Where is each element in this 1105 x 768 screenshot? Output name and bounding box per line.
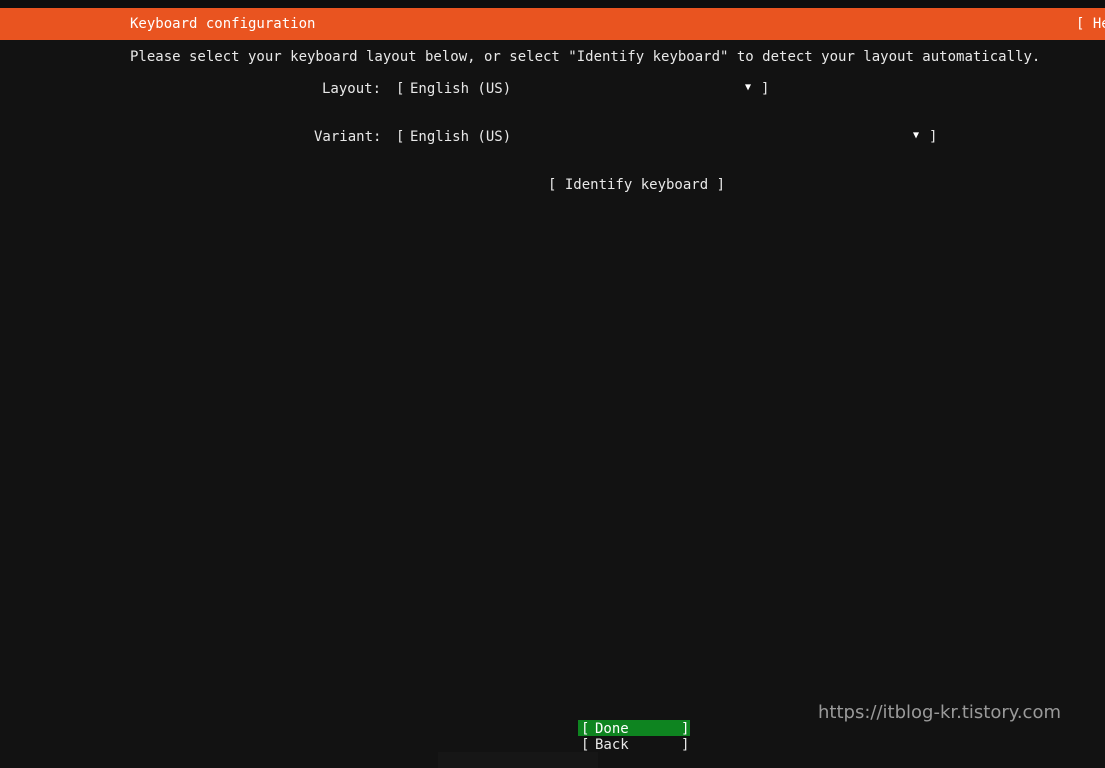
bottom-shadow xyxy=(438,752,598,768)
back-button[interactable]: [ Back ] xyxy=(578,737,690,753)
variant-select-value: English (US) xyxy=(410,129,512,145)
done-button-open-bracket: [ xyxy=(581,721,590,737)
variant-select-open-bracket: [ xyxy=(396,129,405,145)
back-button-label: Back xyxy=(595,737,629,753)
layout-select-close-bracket: ] xyxy=(761,81,770,97)
window-top-edge xyxy=(0,0,1105,8)
done-button[interactable]: [ Done ] xyxy=(578,720,690,737)
variant-label: Variant: xyxy=(314,129,382,145)
help-button[interactable]: [ He xyxy=(1076,16,1105,32)
back-button-open-bracket: [ xyxy=(581,737,590,753)
instructions-text: Please select your keyboard layout below… xyxy=(130,49,1041,65)
chevron-down-icon: ▼ xyxy=(745,82,752,93)
identify-keyboard-button[interactable]: [ Identify keyboard ] xyxy=(548,177,725,193)
done-button-label: Done xyxy=(595,721,629,737)
done-button-close-bracket: ] xyxy=(681,721,690,737)
layout-label: Layout: xyxy=(322,81,382,97)
layout-select-open-bracket: [ xyxy=(396,81,405,97)
chevron-down-icon: ▼ xyxy=(913,130,920,141)
layout-select-value: English (US) xyxy=(410,81,512,97)
watermark-url: https://itblog-kr.tistory.com xyxy=(818,702,1061,723)
title-bar: Keyboard configuration [ He xyxy=(0,8,1105,40)
variant-select-close-bracket: ] xyxy=(929,129,938,145)
page-title: Keyboard configuration xyxy=(130,16,316,32)
back-button-close-bracket: ] xyxy=(681,737,690,753)
